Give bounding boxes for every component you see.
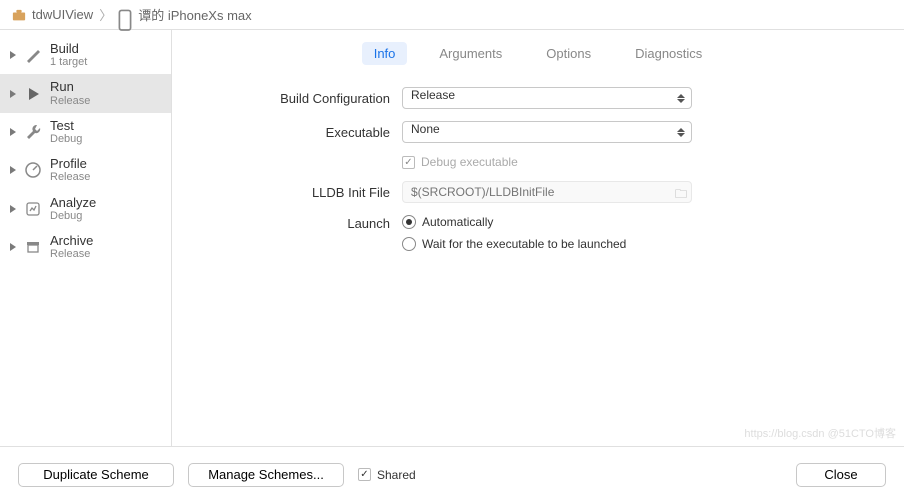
disclosure-icon <box>10 166 16 174</box>
chevron-right-icon: 〉 <box>99 5 112 24</box>
launch-label: Launch <box>192 215 402 231</box>
sidebar-item-profile[interactable]: ProfileRelease <box>0 151 171 189</box>
project-icon <box>12 9 26 21</box>
device-icon <box>118 9 132 21</box>
disclosure-icon <box>10 128 16 136</box>
tab-bar: Info Arguments Options Diagnostics <box>192 42 884 65</box>
disclosure-icon <box>10 51 16 59</box>
watermark: https://blog.csdn @51CTO博客 <box>744 425 896 441</box>
manage-schemes-button[interactable]: Manage Schemes... <box>188 463 344 487</box>
checkbox-icon <box>402 156 415 169</box>
folder-icon[interactable]: 🗀 <box>675 185 687 206</box>
disclosure-icon <box>10 205 16 213</box>
executable-select[interactable]: None <box>402 121 692 143</box>
sidebar-item-analyze[interactable]: AnalyzeDebug <box>0 190 171 228</box>
gauge-icon <box>24 161 42 179</box>
wrench-icon <box>24 123 42 141</box>
lldb-label: LLDB Init File <box>192 185 402 200</box>
tab-options[interactable]: Options <box>534 42 603 65</box>
footer-bar: Duplicate Scheme Manage Schemes... Share… <box>0 446 904 502</box>
analyze-icon <box>24 200 42 218</box>
content-pane: Info Arguments Options Diagnostics Build… <box>172 30 904 446</box>
radio-off-icon <box>402 237 416 251</box>
lldb-init-field[interactable] <box>402 181 692 203</box>
breadcrumb-project[interactable]: tdwUIView <box>32 7 93 22</box>
breadcrumb: tdwUIView 〉 谭的 iPhoneXs max <box>0 0 904 30</box>
disclosure-icon <box>10 90 16 98</box>
tab-info[interactable]: Info <box>362 42 408 65</box>
archive-icon <box>24 238 42 256</box>
launch-auto-radio[interactable]: Automatically <box>402 215 762 229</box>
checkbox-icon <box>358 468 371 481</box>
close-button[interactable]: Close <box>796 463 886 487</box>
sidebar-item-test[interactable]: TestDebug <box>0 113 171 151</box>
disclosure-icon <box>10 243 16 251</box>
sidebar-item-archive[interactable]: ArchiveRelease <box>0 228 171 266</box>
executable-label: Executable <box>192 125 402 140</box>
build-config-select[interactable]: Release <box>402 87 692 109</box>
scheme-sidebar: Build1 target RunRelease TestDebug Profi… <box>0 30 172 446</box>
radio-on-icon <box>402 215 416 229</box>
tab-diagnostics[interactable]: Diagnostics <box>623 42 714 65</box>
sidebar-item-run[interactable]: RunRelease <box>0 74 171 112</box>
duplicate-scheme-button[interactable]: Duplicate Scheme <box>18 463 174 487</box>
debug-executable-checkbox: Debug executable <box>402 155 692 169</box>
hammer-icon <box>24 46 42 64</box>
shared-checkbox[interactable]: Shared <box>358 468 416 482</box>
play-icon <box>24 85 42 103</box>
launch-wait-radio[interactable]: Wait for the executable to be launched <box>402 237 762 251</box>
tab-arguments[interactable]: Arguments <box>427 42 514 65</box>
breadcrumb-target[interactable]: 谭的 iPhoneXs max <box>138 5 251 24</box>
build-config-label: Build Configuration <box>192 91 402 106</box>
sidebar-item-build[interactable]: Build1 target <box>0 36 171 74</box>
